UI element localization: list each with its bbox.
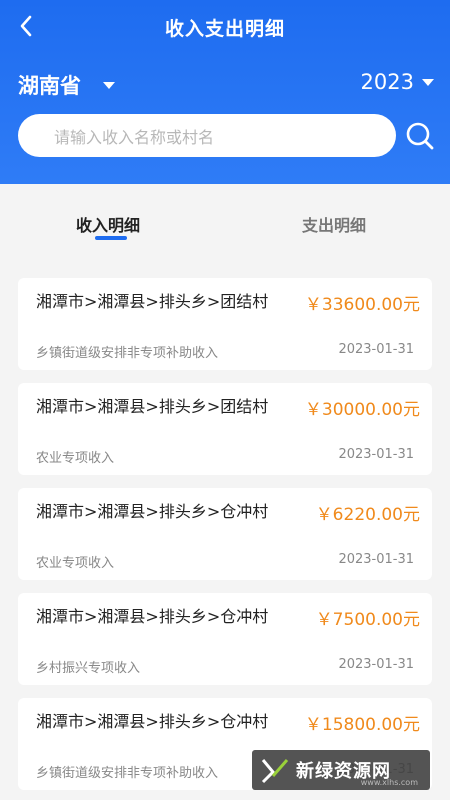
- record-date: 2023-01-31: [338, 342, 414, 357]
- record-place: 湘潭市>湘潭县>排头乡>仓冲村: [36, 607, 269, 626]
- record-place: 湘潭市>湘潭县>排头乡>团结村: [36, 292, 269, 311]
- tab-bar: 收入明细 支出明细: [0, 184, 450, 262]
- header-bar: 收入支出明细 湖南省 2023 请输入收入名称或村名: [0, 0, 450, 184]
- record-place: 湘潭市>湘潭县>排头乡>团结村: [36, 397, 269, 416]
- record-place: 湘潭市>湘潭县>排头乡>仓冲村: [36, 502, 269, 521]
- search-input[interactable]: 请输入收入名称或村名: [18, 114, 396, 157]
- record-date: 2023-01-31: [338, 552, 414, 567]
- search-icon: [406, 122, 434, 150]
- tab-expense[interactable]: 支出明细: [302, 212, 366, 236]
- list-item[interactable]: 湘潭市>湘潭县>排头乡>团结村 ￥30000.00元 农业专项收入 2023-0…: [18, 383, 432, 475]
- record-amount: ￥6220.00元: [315, 505, 420, 525]
- record-amount: ￥30000.00元: [304, 400, 420, 420]
- record-category: 农业专项收入: [36, 451, 115, 466]
- search-placeholder: 请输入收入名称或村名: [54, 127, 215, 147]
- list-item[interactable]: 湘潭市>湘潭县>排头乡>仓冲村 ￥7500.00元 乡村振兴专项收入 2023-…: [18, 593, 432, 685]
- record-place: 湘潭市>湘潭县>排头乡>仓冲村: [36, 712, 269, 731]
- province-label: 湖南省: [18, 74, 81, 98]
- list-item[interactable]: 湘潭市>湘潭县>排头乡>仓冲村 ￥6220.00元 农业专项收入 2023-01…: [18, 488, 432, 580]
- record-category: 乡村振兴专项收入: [36, 661, 141, 676]
- tab-income[interactable]: 收入明细: [76, 212, 140, 236]
- record-category: 乡镇街道级安排非专项补助收入: [36, 766, 219, 781]
- year-selector[interactable]: 2023: [361, 70, 434, 94]
- watermark-url: www.xlhs.com: [360, 778, 418, 787]
- province-selector[interactable]: 湖南省: [18, 70, 115, 100]
- record-category: 农业专项收入: [36, 556, 115, 571]
- record-amount: ￥7500.00元: [315, 610, 420, 630]
- search-button[interactable]: [404, 120, 436, 152]
- watermark: 新绿资源网 www.xlhs.com: [252, 750, 430, 790]
- list-item[interactable]: 湘潭市>湘潭县>排头乡>团结村 ￥33600.00元 乡镇街道级安排非专项补助收…: [18, 278, 432, 370]
- page-title: 收入支出明细: [164, 18, 285, 40]
- record-date: 2023-01-31: [338, 657, 414, 672]
- active-tab-indicator: [95, 236, 127, 240]
- caret-down-icon: [103, 81, 115, 89]
- record-date: 2023-01-31: [338, 447, 414, 462]
- record-amount: ￥33600.00元: [304, 295, 420, 315]
- records-list: 湘潭市>湘潭县>排头乡>团结村 ￥33600.00元 乡镇街道级安排非专项补助收…: [18, 278, 432, 800]
- record-amount: ￥15800.00元: [304, 715, 420, 735]
- year-label: 2023: [360, 70, 414, 94]
- record-category: 乡镇街道级安排非专项补助收入: [36, 346, 219, 361]
- caret-down-icon: [422, 78, 434, 86]
- logo-icon: [261, 759, 289, 784]
